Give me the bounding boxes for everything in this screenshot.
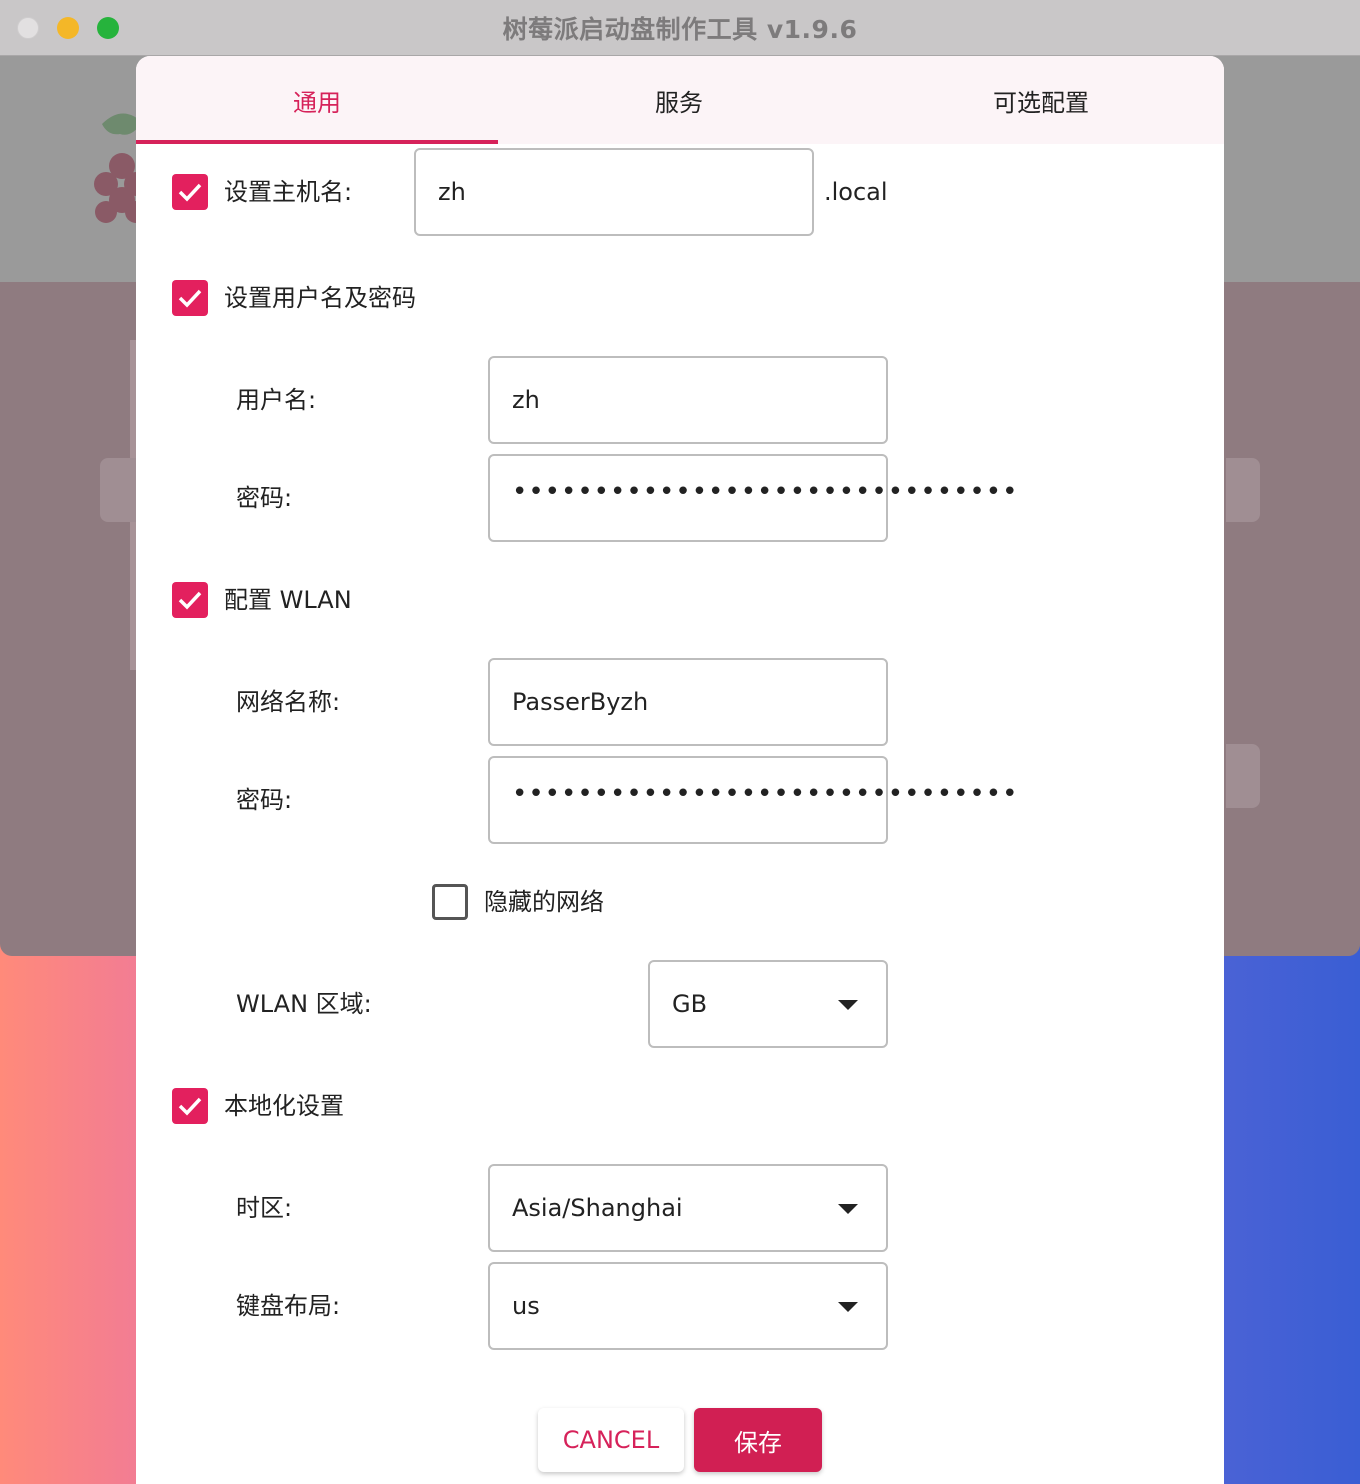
- username-input[interactable]: zh: [488, 356, 888, 444]
- close-window-button[interactable]: [17, 17, 39, 39]
- dropdown-caret-icon: [838, 1000, 858, 1010]
- tab-services[interactable]: 服务: [498, 56, 860, 144]
- keyboard-label: 键盘布局:: [236, 1292, 341, 1320]
- tab-general[interactable]: 通用: [136, 56, 498, 144]
- tab-options[interactable]: 可选配置: [860, 56, 1222, 144]
- ssid-value: PasserByzh: [512, 688, 649, 716]
- check-icon: [178, 289, 202, 308]
- dropdown-caret-icon: [838, 1302, 858, 1312]
- ssid-label: 网络名称:: [236, 688, 341, 716]
- wlan-checkbox[interactable]: [172, 582, 208, 618]
- keyboard-value: us: [512, 1292, 540, 1320]
- hidden-network-checkbox[interactable]: [432, 884, 468, 920]
- background-button: [100, 458, 140, 522]
- settings-dialog: 通用 服务 可选配置 设置主机名: zh .local 设置用户名及密码 用户名…: [136, 56, 1224, 1484]
- wlan-country-value: GB: [672, 990, 708, 1018]
- title-bar: 树莓派启动盘制作工具 v1.9.6: [0, 0, 1360, 56]
- check-icon: [178, 1097, 202, 1116]
- user-password-input[interactable]: •••••••••••••••••••••••••••••••: [488, 454, 1017, 542]
- hostname-checkbox[interactable]: [172, 174, 208, 210]
- wlan-country-select[interactable]: GB: [648, 960, 888, 1048]
- locale-label: 本地化设置: [224, 1092, 344, 1120]
- wlan-label: 配置 WLAN: [224, 586, 352, 614]
- save-button[interactable]: 保存: [694, 1408, 822, 1472]
- tab-bar: 通用 服务 可选配置: [136, 56, 1224, 144]
- timezone-select[interactable]: Asia/Shanghai: [488, 1164, 888, 1252]
- hostname-suffix: .local: [824, 178, 888, 206]
- user-checkbox[interactable]: [172, 280, 208, 316]
- hostname-label: 设置主机名:: [224, 178, 353, 206]
- background-button: [1226, 744, 1260, 808]
- timezone-value: Asia/Shanghai: [512, 1194, 683, 1222]
- locale-checkbox[interactable]: [172, 1088, 208, 1124]
- minimize-window-button[interactable]: [57, 17, 79, 39]
- timezone-label: 时区:: [236, 1194, 293, 1222]
- maximize-window-button[interactable]: [97, 17, 119, 39]
- hidden-network-label: 隐藏的网络: [484, 888, 604, 916]
- hostname-value: zh: [438, 178, 466, 206]
- window-title: 树莓派启动盘制作工具 v1.9.6: [502, 14, 858, 44]
- username-value: zh: [512, 386, 540, 414]
- ssid-input[interactable]: PasserByzh: [488, 658, 888, 746]
- wlan-country-label: WLAN 区域:: [236, 990, 372, 1018]
- hostname-input[interactable]: zh: [414, 148, 814, 236]
- wlan-password-label: 密码:: [236, 786, 293, 814]
- user-password-mask: •••••••••••••••••••••••••••••••: [512, 477, 1019, 507]
- background-button: [1226, 458, 1260, 522]
- dropdown-caret-icon: [838, 1204, 858, 1214]
- username-label: 用户名:: [236, 386, 317, 414]
- check-icon: [178, 591, 202, 610]
- user-password-label: 密码:: [236, 484, 293, 512]
- cancel-button[interactable]: CANCEL: [538, 1408, 684, 1472]
- check-icon: [178, 183, 202, 202]
- wlan-password-mask: •••••••••••••••••••••••••••••••: [512, 779, 1019, 809]
- user-label: 设置用户名及密码: [224, 284, 416, 312]
- keyboard-select[interactable]: us: [488, 1262, 888, 1350]
- wlan-password-input[interactable]: •••••••••••••••••••••••••••••••: [488, 756, 1017, 844]
